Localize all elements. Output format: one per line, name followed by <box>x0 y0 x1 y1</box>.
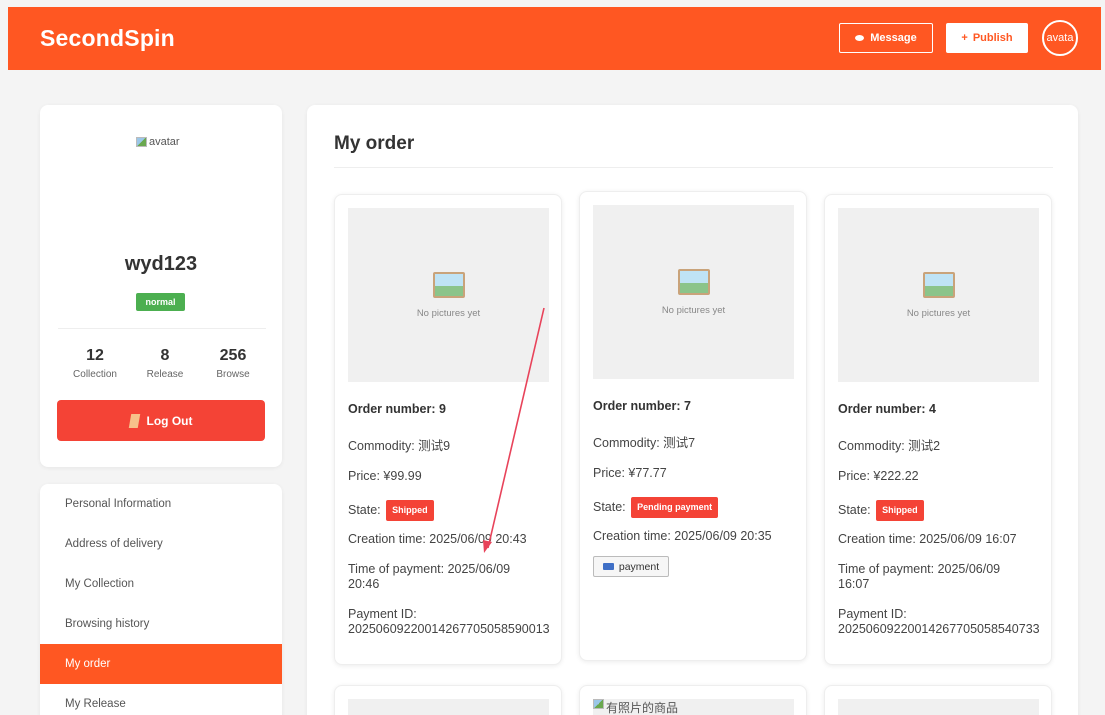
page-title: My order <box>334 133 415 154</box>
profile-avatar-alt: avatar <box>149 136 180 148</box>
order-card[interactable]: 有照片的商品 <box>579 685 807 715</box>
stat-browse[interactable]: 256 Browse <box>198 347 268 380</box>
stat-value: 12 <box>86 347 104 364</box>
order-creation-time: Creation time: 2025/06/09 16:07 <box>838 532 1017 546</box>
divider <box>58 328 266 329</box>
product-image-placeholder: No pictures yet <box>593 205 794 379</box>
order-number: Order number: 7 <box>593 399 691 413</box>
payment-id-label: Payment ID: <box>838 607 907 621</box>
sidebar-item-my-collection[interactable]: My Collection <box>40 564 282 604</box>
user-avatar[interactable]: avata <box>1042 20 1078 56</box>
order-number: Order number: 9 <box>348 402 446 416</box>
sidebar-item-my-release[interactable]: My Release <box>40 684 282 715</box>
order-state: State: Shipped <box>838 500 1056 521</box>
sidebar-item-personal-information[interactable]: Personal Information <box>40 484 282 524</box>
logout-label: Log Out <box>146 413 193 428</box>
status-badge: Shipped <box>386 500 434 521</box>
order-card[interactable]: No pictures yet Order number: 9 Commodit… <box>334 194 562 665</box>
sidebar-item-address-of-delivery[interactable]: Address of delivery <box>40 524 282 564</box>
product-image-alt: 有照片的商品 <box>606 701 679 715</box>
message-button[interactable]: Message <box>839 23 933 53</box>
order-payment-time: Time of payment: 2025/06/09 20:46 <box>348 562 511 591</box>
placeholder-text: No pictures yet <box>661 304 726 316</box>
stat-label: Browse <box>216 369 250 380</box>
product-image: 有照片的商品 <box>593 699 794 715</box>
state-label: State: <box>348 502 381 517</box>
credit-card-icon <box>602 563 614 570</box>
order-card[interactable] <box>334 685 562 715</box>
image-icon <box>432 271 465 298</box>
payment-id: 20250609220014267705058540733 <box>838 622 1040 636</box>
order-state: State: Shipped <box>348 500 566 521</box>
order-commodity: Commodity: 测试9 <box>348 439 451 453</box>
plus-icon: + <box>961 32 968 44</box>
logout-icon <box>128 413 140 428</box>
publish-button[interactable]: + Publish <box>946 23 1028 53</box>
profile-card: avatar wyd123 normal 12 Collection 8 Rel… <box>40 105 282 467</box>
payment-button[interactable]: payment <box>593 556 669 577</box>
order-creation-time: Creation time: 2025/06/09 20:43 <box>348 532 527 546</box>
order-creation-time: Creation time: 2025/06/09 20:35 <box>593 529 772 543</box>
order-price: Price: ¥77.77 <box>593 466 667 480</box>
state-label: State: <box>593 499 626 514</box>
stat-label: Collection <box>73 369 117 380</box>
product-image-placeholder: No pictures yet <box>838 208 1039 382</box>
order-commodity: Commodity: 测试2 <box>838 439 941 453</box>
divider <box>334 167 1053 168</box>
publish-button-label: Publish <box>972 32 1013 44</box>
payment-button-label: payment <box>618 560 660 573</box>
order-number: Order number: 4 <box>838 402 936 416</box>
brand-logo[interactable]: SecondSpin <box>40 25 175 52</box>
main-panel: My order No pictures yet Order number: 9… <box>307 105 1078 715</box>
stat-release[interactable]: 8 Release <box>130 347 200 380</box>
order-card[interactable]: No pictures yet Order number: 4 Commodit… <box>824 194 1052 665</box>
stat-value: 256 <box>219 347 247 364</box>
placeholder-text: No pictures yet <box>416 307 481 319</box>
status-badge: Pending payment <box>631 497 719 518</box>
payment-id-label: Payment ID: <box>348 607 417 621</box>
username: wyd123 <box>124 253 198 275</box>
order-price: Price: ¥99.99 <box>348 469 422 483</box>
message-button-label: Message <box>870 32 917 44</box>
order-state: State: Pending payment <box>593 497 811 518</box>
avatar-alt-text: avata <box>1046 32 1074 44</box>
stat-collection[interactable]: 12 Collection <box>60 347 130 380</box>
payment-id: 20250609220014267705058590013 <box>348 622 550 636</box>
product-image-placeholder <box>348 699 549 715</box>
status-badge: Shipped <box>876 500 924 521</box>
top-bar: SecondSpin Message + Publish avata <box>8 7 1101 70</box>
sidebar-menu: Personal Information Address of delivery… <box>40 484 282 715</box>
order-card[interactable]: No pictures yet Order number: 7 Commodit… <box>579 191 807 661</box>
image-icon <box>922 271 955 298</box>
order-payment-time: Time of payment: 2025/06/09 16:07 <box>838 562 1001 591</box>
chat-bubble-icon <box>855 35 865 41</box>
status-badge: normal <box>136 293 185 311</box>
sidebar-item-browsing-history[interactable]: Browsing history <box>40 604 282 644</box>
broken-image-icon <box>593 699 604 709</box>
profile-avatar: avatar <box>136 136 180 148</box>
product-image-placeholder: No pictures yet <box>348 208 549 382</box>
product-image-placeholder <box>838 699 1039 715</box>
order-commodity: Commodity: 测试7 <box>593 436 696 450</box>
order-price: Price: ¥222.22 <box>838 469 919 483</box>
stat-label: Release <box>146 369 184 380</box>
sidebar-item-my-order[interactable]: My order <box>40 644 282 684</box>
placeholder-text: No pictures yet <box>906 307 971 319</box>
state-label: State: <box>838 502 871 517</box>
image-icon <box>677 268 710 295</box>
order-card[interactable] <box>824 685 1052 715</box>
broken-image-icon <box>136 137 147 147</box>
stat-value: 8 <box>160 347 170 364</box>
logout-button[interactable]: Log Out <box>57 400 265 441</box>
